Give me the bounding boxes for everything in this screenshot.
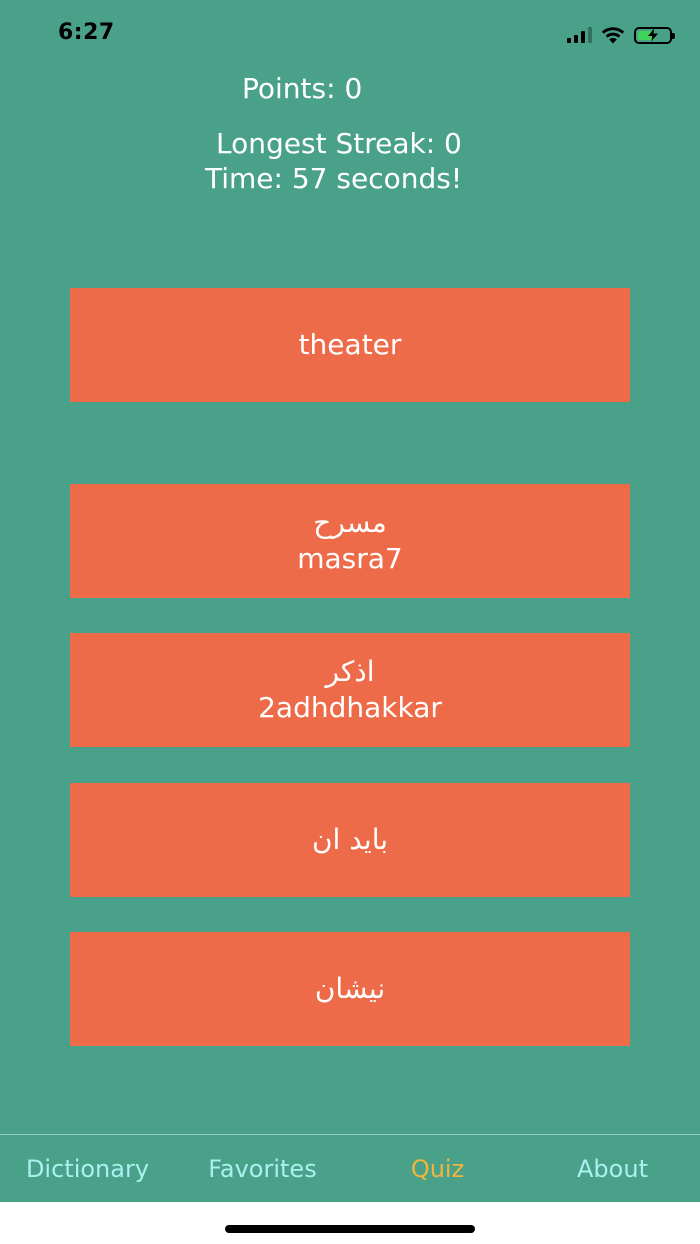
answer-option-2[interactable]: اذكر 2adhdhakkar [70,633,630,747]
option-transliteration: 2adhdhakkar [258,691,442,724]
tab-bar: Dictionary Favorites Quiz About [0,1134,700,1202]
status-indicators [567,24,675,46]
tab-favorites[interactable]: Favorites [175,1135,350,1202]
tab-about[interactable]: About [525,1135,700,1202]
option-arabic: بايد ان [311,823,389,856]
wifi-icon [601,26,625,43]
tab-dictionary[interactable]: Dictionary [0,1135,175,1202]
points-label: Points: 0 [242,72,363,105]
battery-charging-icon [634,26,675,44]
bolt-icon [648,28,658,42]
option-arabic: اذكر [325,655,375,688]
option-arabic: نيشان [314,972,386,1005]
option-transliteration: masra7 [297,542,403,575]
prompt-word: theater [298,328,402,361]
cellular-signal-icon [567,27,592,43]
tab-quiz[interactable]: Quiz [350,1135,525,1202]
answer-option-3[interactable]: بايد ان [70,783,630,897]
home-indicator[interactable] [225,1225,475,1233]
prompt-word-card[interactable]: theater [70,288,630,402]
answer-option-4[interactable]: نيشان [70,932,630,1046]
option-arabic: مسرح [313,506,387,539]
timer-label: Time: 57 seconds! [205,162,463,195]
status-time: 6:27 [58,20,115,45]
quiz-screen: 6:27 Points: 0 Longest Streak: 0 Time: 5… [0,0,700,1202]
longest-streak-label: Longest Streak: 0 [216,127,462,160]
answer-option-1[interactable]: مسرح masra7 [70,484,630,598]
